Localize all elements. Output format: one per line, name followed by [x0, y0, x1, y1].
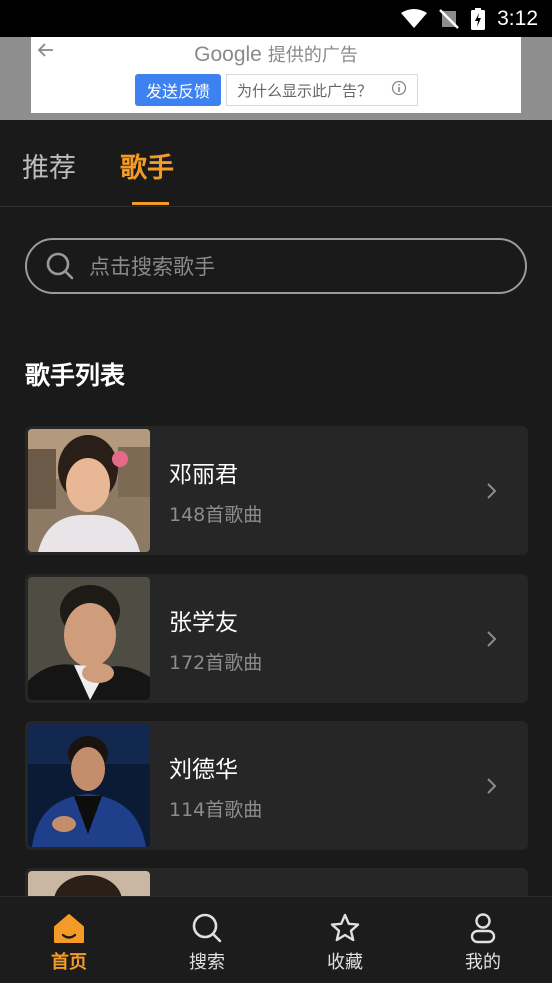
search-placeholder: 点击搜索歌手 [89, 255, 215, 279]
section-title: 歌手列表 [25, 361, 126, 390]
song-count: 114首歌曲 [169, 799, 263, 821]
nav-profile-label: 我的 [465, 952, 501, 973]
singer-avatar [28, 429, 150, 552]
song-count: 172首歌曲 [169, 652, 263, 674]
singer-name: 张学友 [169, 610, 238, 636]
user-icon [469, 911, 497, 945]
star-icon [329, 911, 361, 945]
ad-title: Google 提供的广告 [31, 41, 521, 67]
singer-name: 刘德华 [169, 757, 238, 783]
tab-recommend[interactable]: 推荐 [22, 146, 76, 185]
top-tabs: 推荐 歌手 [0, 120, 552, 207]
search-icon [191, 911, 223, 945]
nav-profile[interactable]: 我的 [414, 897, 552, 983]
battery-charging-icon [471, 7, 486, 30]
nav-home-label: 首页 [51, 952, 87, 973]
no-signal-icon [439, 8, 460, 29]
nav-favorites[interactable]: 收藏 [276, 897, 414, 983]
info-icon [391, 80, 407, 100]
why-this-ad-label: 为什么显示此广告？ [237, 81, 373, 100]
status-bar: 3:12 [0, 0, 552, 37]
ad-title-suffix: 提供的广告 [267, 45, 358, 66]
singer-card[interactable]: 张学友 172首歌曲 [25, 574, 528, 703]
google-logo: Google [194, 43, 262, 66]
nav-search-label: 搜索 [189, 952, 225, 973]
singer-avatar [28, 724, 150, 847]
singer-card[interactable]: 刘德华 114首歌曲 [25, 721, 528, 850]
song-count: 148首歌曲 [169, 504, 263, 526]
chevron-right-icon [486, 630, 498, 652]
why-this-ad-button[interactable]: 为什么显示此广告？ [226, 74, 418, 106]
tab-singers[interactable]: 歌手 [120, 146, 174, 185]
singer-search-input[interactable]: 点击搜索歌手 [25, 238, 527, 294]
home-icon [53, 911, 85, 945]
singer-avatar [28, 577, 150, 700]
nav-search[interactable]: 搜索 [138, 897, 276, 983]
ad-banner[interactable]: Google 提供的广告 发送反馈 为什么显示此广告？ [0, 37, 552, 120]
search-icon [45, 251, 75, 281]
singer-card[interactable]: 邓丽君 148首歌曲 [25, 426, 528, 555]
status-time: 3:12 [497, 6, 538, 30]
chevron-right-icon [486, 777, 498, 799]
ad-container[interactable]: Google 提供的广告 发送反馈 为什么显示此广告？ [31, 37, 521, 113]
wifi-icon [401, 8, 428, 29]
chevron-right-icon [486, 482, 498, 504]
send-feedback-button[interactable]: 发送反馈 [135, 74, 221, 106]
nav-favorites-label: 收藏 [327, 952, 363, 973]
singer-name: 邓丽君 [169, 462, 238, 488]
active-tab-indicator [132, 202, 169, 205]
bottom-navigation: 首页 搜索 收藏 我的 [0, 896, 552, 983]
nav-home[interactable]: 首页 [0, 897, 138, 983]
